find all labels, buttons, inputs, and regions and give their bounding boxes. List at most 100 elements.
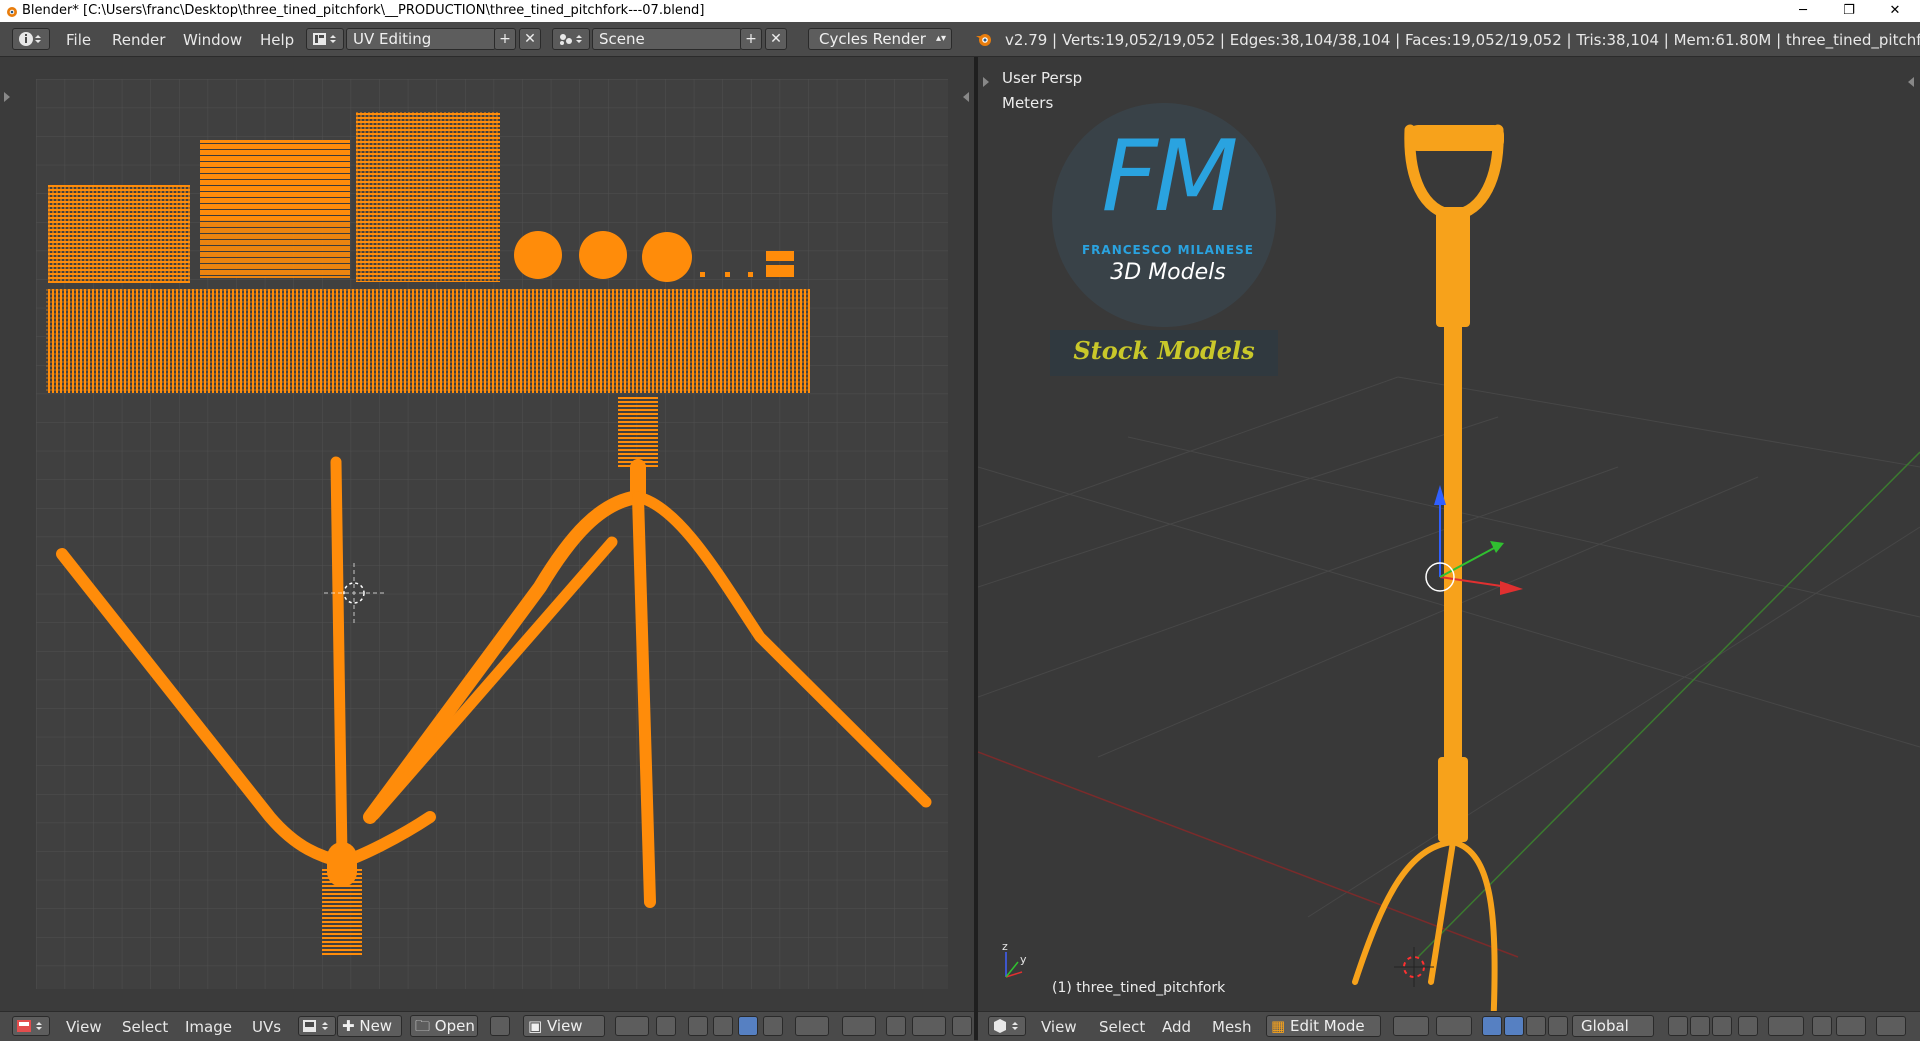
close-window-button[interactable]: ✕: [1872, 0, 1918, 22]
uv-canvas[interactable]: [0, 57, 974, 1011]
axis-orientation-icon: z y: [1002, 940, 1027, 978]
scene-field[interactable]: Scene: [592, 28, 742, 50]
new-image-label: New: [359, 1017, 393, 1035]
sticky-select-icon[interactable]: [656, 1016, 676, 1036]
add-layout-button[interactable]: +: [494, 28, 516, 50]
uv-image-editor[interactable]: [0, 57, 974, 1011]
open-image-label: Open: [434, 1017, 475, 1035]
scene-icon: [560, 34, 582, 45]
svg-text:z: z: [1002, 940, 1008, 953]
menu-file[interactable]: File: [66, 31, 91, 49]
scene-icon-button[interactable]: [552, 28, 590, 50]
remove-layout-button[interactable]: ✕: [519, 28, 541, 50]
menu-render[interactable]: Render: [112, 31, 165, 49]
3d-editor-type-button[interactable]: [988, 1016, 1026, 1036]
uv-menu-select[interactable]: Select: [122, 1018, 168, 1036]
add-scene-button[interactable]: +: [740, 28, 762, 50]
uv-editor-type-button[interactable]: [12, 1016, 50, 1036]
3d-proportional-edit-icon[interactable]: [1768, 1016, 1804, 1036]
mode-dropdown[interactable]: ▦ Edit Mode: [1266, 1015, 1381, 1037]
menu-window[interactable]: Window: [183, 31, 242, 49]
select-face-icon[interactable]: [738, 1016, 758, 1036]
snap-toggle-icon[interactable]: [1812, 1016, 1832, 1036]
open-image-button[interactable]: 🗀 Open: [410, 1015, 478, 1037]
uv-menu-uvs[interactable]: UVs: [252, 1018, 281, 1036]
uv-view-dropdown[interactable]: ▣ View: [523, 1015, 605, 1037]
svg-text:y: y: [1020, 953, 1027, 966]
vertex-select-mode-icon[interactable]: [1668, 1016, 1688, 1036]
blender-logo-icon: [7, 7, 17, 17]
proportional-edit-icon[interactable]: [842, 1016, 876, 1036]
3d-menu-add[interactable]: Add: [1162, 1018, 1191, 1036]
select-edge-icon[interactable]: [713, 1016, 733, 1036]
fm-stock-label: Stock Models: [1073, 336, 1255, 365]
blender-version-icon: [976, 34, 991, 46]
view-mode-icon: ▣: [528, 1017, 543, 1035]
screen-layout-icon-button[interactable]: [306, 28, 344, 50]
select-vertex-icon[interactable]: [688, 1016, 708, 1036]
new-image-button[interactable]: ✚ New: [337, 1015, 402, 1037]
3d-menu-select[interactable]: Select: [1099, 1018, 1145, 1036]
uv-editor-header: View Select Image UVs ✚ New 🗀 Open ▣ Vie…: [0, 1011, 974, 1041]
uv-toolshelf-toggle-icon[interactable]: [4, 92, 10, 102]
edit-mode-icon: ▦: [1271, 1017, 1286, 1035]
edge-select-mode-icon[interactable]: [1690, 1016, 1710, 1036]
remove-scene-button[interactable]: ✕: [765, 28, 787, 50]
3d-menu-view[interactable]: View: [1041, 1018, 1077, 1036]
window-titlebar: Blender* [C:\Users\franc\Desktop\three_t…: [0, 0, 1920, 22]
minimize-button[interactable]: ─: [1780, 0, 1826, 22]
pin-icon[interactable]: [490, 1016, 510, 1036]
rotate-manipulator-icon[interactable]: [1526, 1016, 1546, 1036]
3d-menu-mesh[interactable]: Mesh: [1212, 1018, 1252, 1036]
dropdown-arrows-icon: ▴▾: [935, 33, 946, 44]
scene-stats: v2.79 | Verts:19,052/19,052 | Edges:38,1…: [1005, 31, 1920, 49]
browse-image-button[interactable]: [298, 1016, 336, 1036]
active-object-label: (1) three_tined_pitchfork: [1052, 980, 1226, 996]
pivot-point-icon[interactable]: [1436, 1016, 1472, 1036]
fm-monogram: FM: [1101, 120, 1239, 234]
transform-orientation-dropdown[interactable]: Global: [1572, 1015, 1654, 1037]
viewport-toolshelf-toggle-icon[interactable]: [983, 77, 989, 87]
uv-menu-view[interactable]: View: [66, 1018, 102, 1036]
3d-view-header: View Select Add Mesh ▦ Edit Mode Global: [978, 1011, 1920, 1041]
viewport-properties-toggle-icon[interactable]: [1908, 77, 1914, 87]
fm-tagline: 3D Models: [1110, 260, 1226, 285]
menu-help[interactable]: Help: [260, 31, 294, 49]
window-title: Blender* [C:\Users\franc\Desktop\three_t…: [22, 3, 705, 18]
editor-type-info-button[interactable]: [12, 28, 50, 50]
image-browse-icon: [303, 1020, 328, 1032]
plus-icon: ✚: [342, 1017, 355, 1035]
translate-manipulator-icon[interactable]: [1504, 1016, 1524, 1036]
3d-viewport[interactable]: z y User Persp Meters (1) three_tined_pi…: [978, 57, 1920, 1011]
units-label: Meters: [1002, 94, 1054, 112]
select-island-icon[interactable]: [763, 1016, 783, 1036]
layout-field[interactable]: UV Editing: [346, 28, 496, 50]
layout-icon: [313, 33, 336, 45]
uv-stretch-icon[interactable]: [912, 1016, 946, 1036]
render-preview-icon[interactable]: [1876, 1016, 1906, 1036]
uv-sync-icon[interactable]: [886, 1016, 906, 1036]
render-engine-dropdown[interactable]: Cycles Render ▴▾: [808, 28, 952, 50]
fm-author: FRANCESCO MILANESE: [1081, 243, 1255, 257]
snap-element-icon[interactable]: [1836, 1016, 1866, 1036]
uv-properties-toggle-icon[interactable]: [963, 92, 969, 102]
mode-dropdown-label: Edit Mode: [1289, 1017, 1365, 1035]
pivot-icon[interactable]: [615, 1016, 649, 1036]
manipulator-toggle-icon[interactable]: [1482, 1016, 1502, 1036]
viewport-shading-icon[interactable]: [1393, 1016, 1429, 1036]
maximize-button[interactable]: ❐: [1826, 0, 1872, 22]
uv-render-icon[interactable]: [952, 1016, 972, 1036]
info-icon: [19, 32, 41, 46]
scale-manipulator-icon[interactable]: [1548, 1016, 1568, 1036]
uv-snap-icon[interactable]: [795, 1016, 829, 1036]
uv-menu-image[interactable]: Image: [185, 1018, 232, 1036]
transform-orientation-label: Global: [1581, 1017, 1629, 1035]
face-select-mode-icon[interactable]: [1712, 1016, 1732, 1036]
render-engine-label: Cycles Render: [819, 30, 926, 48]
transform-gizmo[interactable]: [1425, 485, 1523, 595]
limit-selection-icon[interactable]: [1738, 1016, 1758, 1036]
3d-cursor-icon[interactable]: [1394, 947, 1434, 987]
info-header: File Render Window Help UV Editing + ✕ S…: [0, 22, 1920, 57]
3d-view-icon: [994, 1019, 1018, 1033]
y-axis-line: [1417, 451, 1920, 958]
